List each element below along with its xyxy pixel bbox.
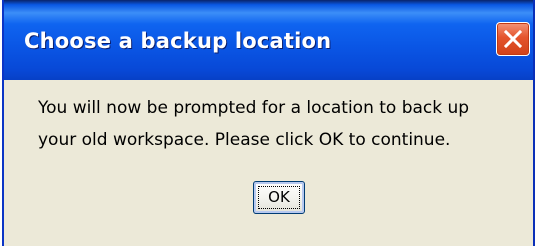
close-button[interactable] bbox=[496, 22, 530, 56]
dialog-window: Choose a backup location You will now be… bbox=[2, 0, 535, 246]
title-bar[interactable]: Choose a backup location bbox=[4, 0, 533, 80]
message-line: You will now be prompted for a location … bbox=[38, 98, 470, 118]
message-line: your old workspace. Please click OK to c… bbox=[38, 130, 451, 150]
dialog-body: You will now be prompted for a location … bbox=[4, 80, 533, 246]
ok-button[interactable]: OK bbox=[253, 181, 305, 214]
dialog-message: You will now be prompted for a location … bbox=[38, 92, 518, 156]
close-icon bbox=[504, 30, 522, 48]
ok-button-label: OK bbox=[268, 188, 290, 206]
dialog-title: Choose a backup location bbox=[24, 29, 332, 53]
